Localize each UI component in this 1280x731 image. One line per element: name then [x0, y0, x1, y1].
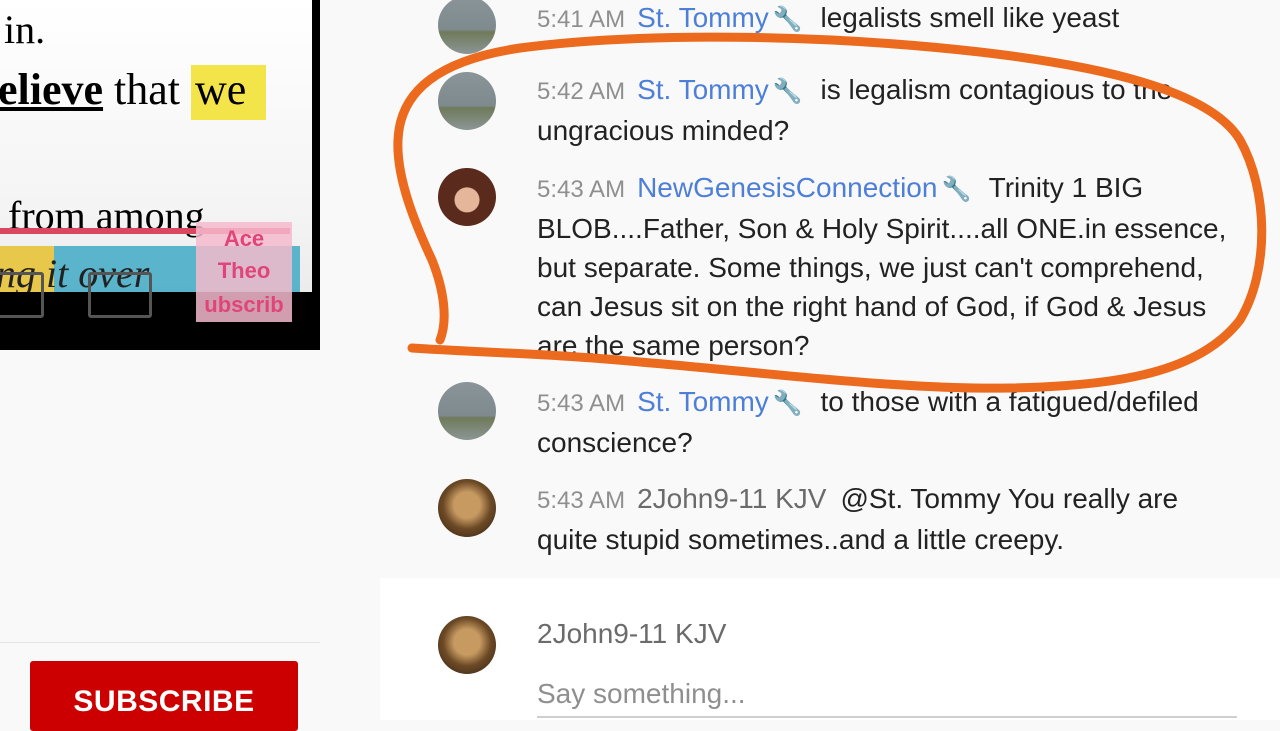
chat-input[interactable] [537, 672, 1237, 718]
live-chat-panel: 5:41 AM St. Tommy 🔧 legalists smell like y… [380, 0, 1280, 720]
video-text-line2: elieve that we [0, 64, 267, 120]
author-name: St. Tommy [637, 2, 769, 33]
chat-message-list[interactable]: 5:41 AM St. Tommy 🔧 legalists smell like y… [380, 0, 1280, 578]
left-divider [0, 642, 320, 643]
watermark-ace: Ace [223, 226, 265, 251]
author-name: St. Tommy [637, 74, 769, 105]
video-text-line1: in. [4, 7, 46, 52]
miniplayer-icon[interactable] [0, 272, 44, 318]
video-text-mid: that [103, 65, 192, 114]
avatar[interactable] [438, 382, 496, 440]
wrench-icon: 🔧 [772, 78, 803, 105]
channel-watermark[interactable]: Ace Theo ubscrib [196, 222, 292, 322]
avatar[interactable] [438, 0, 496, 54]
message-body: 5:43 AM 2John9-11 KJV @St. Tommy You reall… [537, 479, 1237, 559]
author-name: NewGenesisConnection [637, 172, 938, 203]
chat-input-area: 2John9-11 KJV [380, 578, 1280, 720]
message-time: 5:43 AM [537, 487, 626, 514]
message-time: 5:42 AM [537, 78, 626, 105]
message-time: 5:43 AM [537, 176, 626, 203]
message-time: 5:41 AM [537, 6, 626, 33]
message-body: 5:43 AM St. Tommy 🔧 to those with a fatigu… [537, 382, 1237, 462]
video-text-bold: elieve [0, 65, 104, 114]
wrench-icon: 🔧 [772, 390, 803, 417]
message-text: legalists smell like yeast [820, 2, 1120, 33]
author-name: St. Tommy [637, 386, 769, 417]
user-avatar [438, 616, 496, 674]
watermark-subscribe: ubscrib [204, 292, 284, 317]
message-body: 5:43 AM NewGenesisConnection 🔧 Trinity 1 B… [537, 168, 1237, 365]
avatar[interactable] [438, 72, 496, 130]
message-text: is legalism contagious to the ungracious… [537, 74, 1173, 146]
subscribe-button[interactable]: SUBSCRIBE [30, 661, 298, 731]
wrench-icon: 🔧 [941, 176, 972, 203]
avatar[interactable] [438, 168, 496, 226]
message-author[interactable]: St. Tommy 🔧 [637, 74, 803, 105]
watermark-theo: Theo [217, 258, 271, 283]
message-author[interactable]: NewGenesisConnection 🔧 [637, 172, 971, 203]
wrench-icon: 🔧 [772, 6, 803, 33]
video-text-highlight: we [191, 65, 267, 120]
input-username: 2John9-11 KJV [537, 618, 727, 649]
message-author[interactable]: 2John9-11 KJV [637, 483, 826, 514]
video-player[interactable]: in. elieve that we from among ng it over… [0, 0, 320, 350]
message-body: 5:42 AM St. Tommy 🔧 is legalism contagious… [537, 70, 1237, 150]
message-body: 5:41 AM St. Tommy 🔧 legalists smell like y… [537, 0, 1237, 39]
message-text: @St. Tommy You really are quite stupid s… [537, 483, 1179, 555]
message-author[interactable]: St. Tommy 🔧 [637, 2, 803, 33]
video-frame-border [312, 0, 320, 350]
message-author[interactable]: St. Tommy 🔧 [637, 386, 803, 417]
avatar[interactable] [438, 479, 496, 537]
theater-mode-icon[interactable] [88, 272, 152, 318]
message-time: 5:43 AM [537, 390, 626, 417]
